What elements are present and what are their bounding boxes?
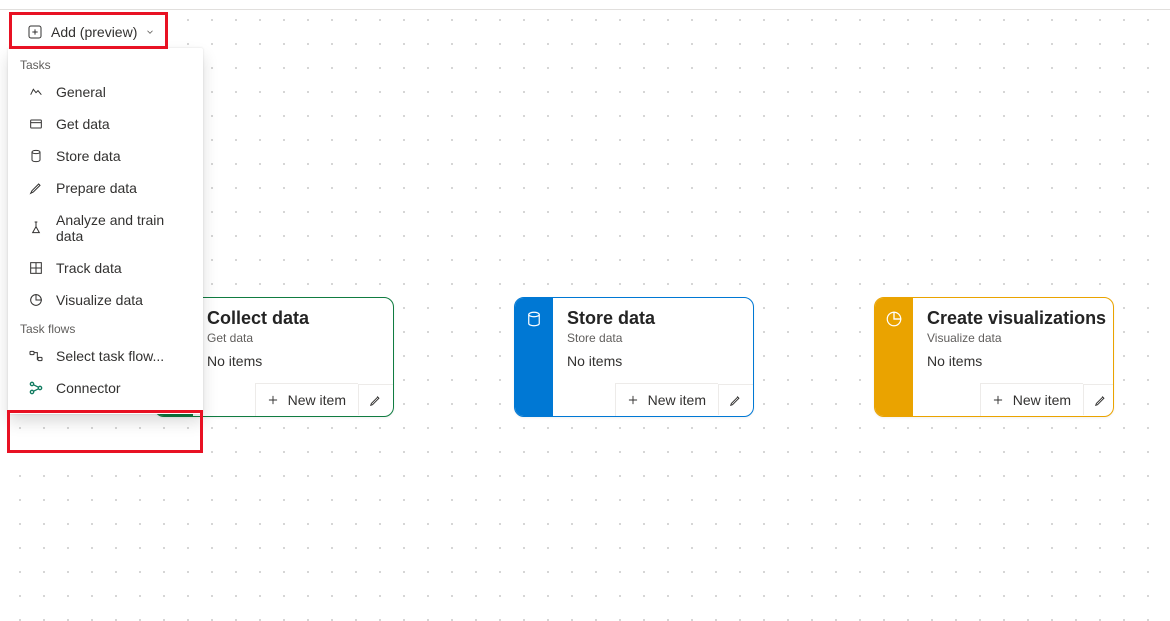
card-body: Create visualizations Visualize data No … [913, 298, 1114, 416]
plus-square-icon [27, 24, 43, 40]
dropdown-item-get-data[interactable]: Get data [8, 108, 203, 140]
dropdown-item-label: Visualize data [56, 292, 143, 308]
top-divider [0, 9, 1170, 10]
dropdown-item-label: Analyze and train data [56, 212, 191, 244]
edit-button[interactable] [718, 384, 753, 415]
card-subtitle: Get data [207, 331, 381, 345]
plus-icon [266, 393, 280, 407]
card-footer: New item [980, 383, 1114, 416]
pencil-icon [369, 393, 383, 407]
card-subtitle: Visualize data [927, 331, 1106, 345]
dropdown-item-label: Select task flow... [56, 348, 164, 364]
plus-icon [991, 393, 1005, 407]
pie-chart-icon [28, 292, 44, 308]
dropdown-item-label: Get data [56, 116, 110, 132]
dropdown-item-general[interactable]: General [8, 76, 203, 108]
edit-button[interactable] [1083, 384, 1114, 415]
database-icon [525, 310, 543, 328]
add-dropdown: Tasks General Get data Store data Prepar… [8, 48, 203, 414]
card-title: Store data [567, 308, 741, 329]
new-item-label: New item [288, 392, 346, 408]
flask-icon [28, 220, 44, 236]
card-store-data[interactable]: Store data Store data No items New item [514, 297, 754, 417]
plus-icon [626, 393, 640, 407]
dropdown-item-label: Track data [56, 260, 122, 276]
card-status: No items [927, 353, 1106, 369]
new-item-label: New item [648, 392, 706, 408]
dropdown-item-visualize-data[interactable]: Visualize data [8, 284, 203, 316]
card-status: No items [567, 353, 741, 369]
card-create-visualizations[interactable]: Create visualizations Visualize data No … [874, 297, 1114, 417]
card-stripe [515, 298, 553, 416]
pie-chart-icon [885, 310, 903, 328]
task-icon [28, 84, 44, 100]
card-body: Store data Store data No items New item [553, 298, 753, 416]
new-item-button[interactable]: New item [980, 383, 1083, 416]
card-status: No items [207, 353, 381, 369]
new-item-button[interactable]: New item [615, 383, 718, 416]
dropdown-item-label: Store data [56, 148, 121, 164]
dropdown-section-tasks: Tasks [8, 52, 203, 76]
database-icon [28, 148, 44, 164]
edit-button[interactable] [358, 384, 393, 415]
dropdown-item-track-data[interactable]: Track data [8, 252, 203, 284]
dropdown-item-label: Prepare data [56, 180, 137, 196]
dropdown-item-connector[interactable]: Connector [8, 372, 203, 404]
card-subtitle: Store data [567, 331, 741, 345]
dropdown-section-flows: Task flows [8, 316, 203, 340]
dropdown-item-select-task-flow[interactable]: Select task flow... [8, 340, 203, 372]
brush-icon [28, 180, 44, 196]
card-title: Collect data [207, 308, 381, 329]
dropdown-item-label: General [56, 84, 106, 100]
flow-icon [28, 348, 44, 364]
dropdown-item-analyze-train[interactable]: Analyze and train data [8, 204, 203, 252]
import-icon [28, 116, 44, 132]
dropdown-item-prepare-data[interactable]: Prepare data [8, 172, 203, 204]
card-title: Create visualizations [927, 308, 1106, 329]
chevron-down-icon [145, 27, 155, 37]
dropdown-item-store-data[interactable]: Store data [8, 140, 203, 172]
connector-icon [28, 380, 44, 396]
dropdown-item-label: Connector [56, 380, 121, 396]
card-body: Collect data Get data No items New item [193, 298, 393, 416]
grid-icon [28, 260, 44, 276]
pencil-icon [729, 393, 743, 407]
new-item-label: New item [1013, 392, 1071, 408]
new-item-button[interactable]: New item [255, 383, 358, 416]
add-preview-label: Add (preview) [51, 24, 137, 40]
pencil-icon [1094, 393, 1108, 407]
card-stripe [875, 298, 913, 416]
card-footer: New item [255, 383, 393, 416]
card-footer: New item [615, 383, 753, 416]
add-preview-button[interactable]: Add (preview) [17, 18, 165, 46]
